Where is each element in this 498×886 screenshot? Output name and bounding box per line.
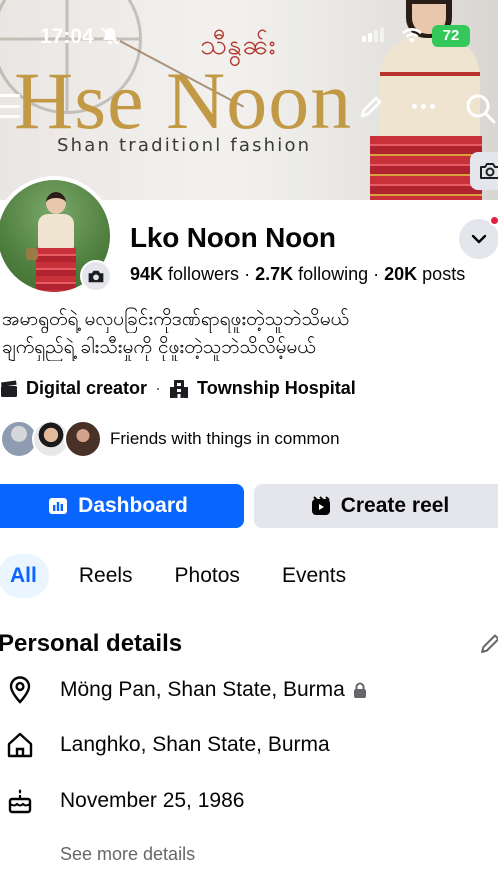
followers-link[interactable]: 94K followers [130,264,239,284]
tab-photos[interactable]: Photos [163,554,252,598]
clapperboard-icon [0,380,18,398]
detail-hometown: Langhko, Shan State, Burma [6,732,330,758]
create-reel-button[interactable]: Create reel [254,484,498,528]
detail-location: Möng Pan, Shan State, Burma [6,676,367,704]
camera-icon [88,270,104,282]
cover-title: Hse Noon [14,55,353,146]
hometown-text: Langhko, Shan State, Burma [60,733,330,756]
location-pin-icon [6,676,34,704]
section-title: Personal details [0,630,183,657]
see-more-details-link[interactable]: See more details [60,844,195,865]
more-icon[interactable] [412,104,435,109]
lock-icon [353,682,367,698]
dashboard-icon [49,498,68,514]
bell-off-icon [100,26,120,51]
birthday-cake-icon [6,787,34,815]
profile-tabs: All Reels Photos Events [0,554,376,598]
reel-icon [311,496,330,515]
birthday-text: November 25, 1986 [60,789,245,812]
detail-birthday: November 25, 1986 [6,787,244,815]
tab-events[interactable]: Events [270,554,358,598]
profile-intro-row: Digital creator · Township Hospital [0,378,356,399]
chevron-down-icon [471,234,487,244]
camera-icon [480,163,498,179]
status-time: 17:04 [40,25,94,48]
dashboard-button[interactable]: Dashboard [0,484,244,528]
following-link[interactable]: 2.7K following [255,264,368,284]
edit-icon[interactable] [356,92,386,127]
dashboard-label: Dashboard [78,494,188,517]
cover-subtitle: Shan traditionl fashion [57,135,312,156]
friends-in-common-label: Friends with things in common [110,429,340,448]
avatar-camera-button[interactable] [80,260,112,292]
posts-count: 20K posts [384,264,466,284]
signal-icon [362,27,384,42]
category-label: Digital creator [26,378,148,398]
create-reel-label: Create reel [340,494,450,517]
avatar [64,420,102,458]
workplace-link[interactable]: Township Hospital [197,378,356,399]
location-text: Möng Pan, Shan State, Burma [60,678,345,701]
wifi-icon [401,26,423,49]
profile-stats: 94K followers · 2.7K following · 20K pos… [130,264,466,284]
mutual-friends-row[interactable]: Friends with things in common [0,420,340,458]
building-icon [169,379,189,399]
bio-line: အမာရွတ်ရဲ့ မလှပခြင်းကိုဒဏ်ရာရဖူးတဲ့သူဘဲသ… [2,308,350,330]
pencil-icon[interactable] [478,632,498,661]
profile-bio: အမာရွတ်ရဲ့ မလှပခြင်းကိုဒဏ်ရာရဖူးတဲ့သူဘဲသ… [2,305,498,361]
bio-line: ချက်ရှည်ရဲ့ ခါးသီးမှုကို ငိုဖူးတဲ့သူဘဲသိ… [2,336,316,358]
home-icon [6,732,34,758]
tab-reels[interactable]: Reels [67,554,145,598]
notification-dot [489,215,498,226]
battery-indicator: 72 [432,25,470,47]
search-icon[interactable] [464,92,498,131]
friend-avatar-stack [0,420,102,458]
tab-all[interactable]: All [0,554,49,598]
profile-name: Lko Noon Noon [130,222,336,253]
menu-icon[interactable] [0,94,20,118]
cover-camera-button[interactable] [470,152,498,190]
